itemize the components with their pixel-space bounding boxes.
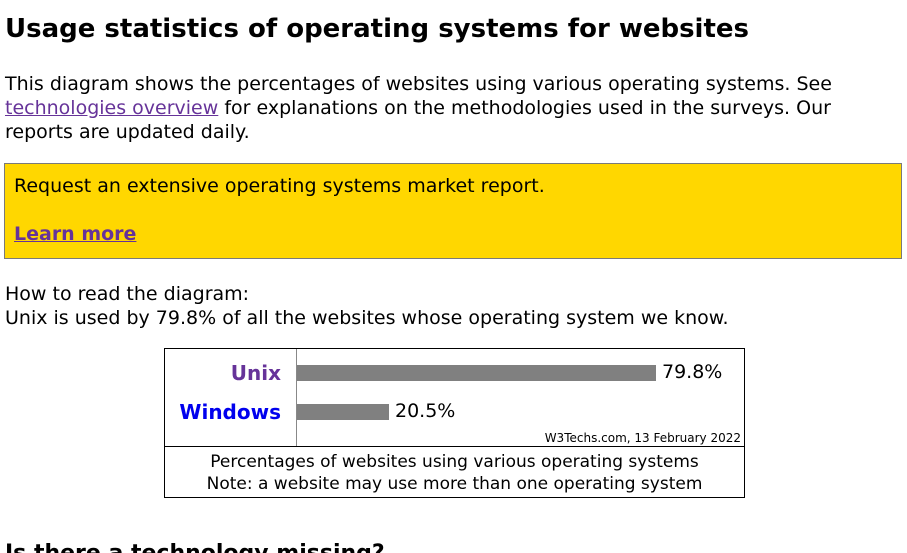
value-label-windows: 20.5% bbox=[395, 400, 456, 422]
chart-plot-area: W3Techs.com, 13 February 2022 Unix 79.8% W… bbox=[165, 349, 744, 447]
how-to-read: How to read the diagram: Unix is used by… bbox=[5, 282, 729, 330]
chart-caption: Percentages of websites using various op… bbox=[165, 451, 744, 495]
page-title: Usage statistics of operating systems fo… bbox=[5, 14, 750, 44]
chart-axis-divider bbox=[296, 349, 297, 446]
os-usage-chart: W3Techs.com, 13 February 2022 Unix 79.8% W… bbox=[164, 348, 745, 498]
promo-text: Request an extensive operating systems m… bbox=[14, 175, 545, 197]
bar-windows bbox=[297, 404, 389, 420]
chart-source: W3Techs.com, 13 February 2022 bbox=[544, 431, 741, 445]
intro-text-before: This diagram shows the percentages of we… bbox=[5, 73, 832, 95]
value-label-unix: 79.8% bbox=[662, 361, 723, 383]
learn-more-link[interactable]: Learn more bbox=[14, 222, 136, 246]
bar-unix bbox=[297, 365, 656, 381]
category-label-windows[interactable]: Windows bbox=[179, 400, 281, 424]
category-label-unix[interactable]: Unix bbox=[231, 361, 281, 385]
how-to-read-heading: How to read the diagram: bbox=[5, 283, 250, 305]
technologies-overview-link[interactable]: technologies overview bbox=[5, 97, 218, 119]
market-report-promo: Request an extensive operating systems m… bbox=[4, 163, 902, 259]
chart-caption-line2: Note: a website may use more than one op… bbox=[206, 474, 703, 494]
chart-caption-line1: Percentages of websites using various op… bbox=[210, 452, 699, 472]
intro-paragraph: This diagram shows the percentages of we… bbox=[5, 72, 885, 144]
how-to-read-text: Unix is used by 79.8% of all the website… bbox=[5, 307, 729, 329]
technology-missing-heading: Is there a technology missing? bbox=[5, 540, 385, 553]
